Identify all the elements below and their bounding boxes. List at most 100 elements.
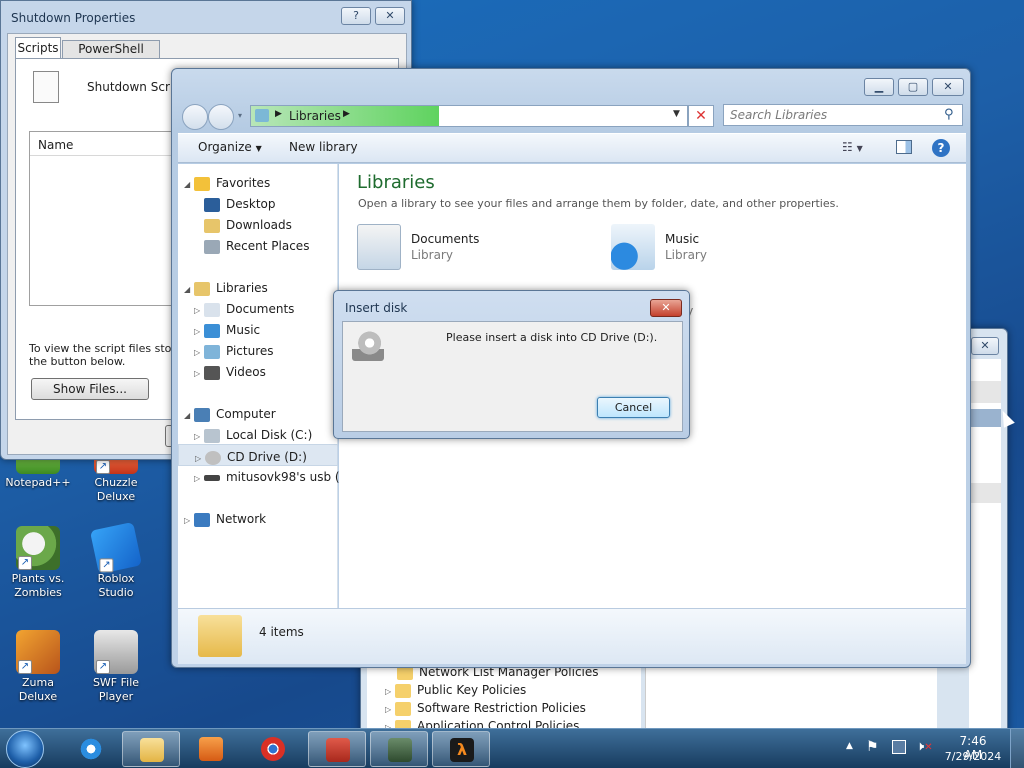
action-center-flag-icon[interactable]: ⚑ xyxy=(866,739,879,755)
gp-tree-item[interactable]: ▷ Software Restriction Policies xyxy=(385,701,586,716)
plants-vs-zombies-icon: ↗ xyxy=(16,526,60,570)
taskbar-management-console[interactable] xyxy=(370,731,428,767)
desktop-icon-plants-vs-zombies[interactable]: ↗ Plants vs. Zombies xyxy=(2,526,74,600)
maximize-button[interactable]: ▢ xyxy=(898,78,928,96)
network-tray-icon[interactable] xyxy=(892,740,906,754)
nav-music[interactable]: ▷ Music xyxy=(194,323,260,338)
music-icon xyxy=(203,323,220,338)
nav-network[interactable]: ▷ Network xyxy=(184,512,266,527)
nav-libraries[interactable]: ◢ Libraries xyxy=(184,281,268,296)
search-icon[interactable]: ⚲ xyxy=(944,107,954,122)
taskbar-half-life[interactable]: λ xyxy=(432,731,490,767)
nav-desktop[interactable]: Desktop xyxy=(204,197,276,212)
recent-places-icon xyxy=(204,239,220,254)
view-options-icon[interactable]: ☷ ▼ xyxy=(842,140,863,154)
desktop-icon-swf-player[interactable]: ↗ SWF File Player xyxy=(80,630,152,704)
navigation-pane: ◢ Favorites Desktop Downloads Recent Pla… xyxy=(178,164,351,608)
nav-local-disk[interactable]: ▷ Local Disk (C:) xyxy=(194,428,312,443)
expand-arrow-icon: ▷ xyxy=(194,306,201,315)
address-bar[interactable]: ▶ Libraries ▶ ▼ xyxy=(250,105,688,127)
taskbar-chrome[interactable] xyxy=(244,731,302,767)
desktop-icon-label: Zuma Deluxe xyxy=(18,676,58,703)
script-file-icon xyxy=(33,71,59,103)
local-disk-icon xyxy=(203,428,220,443)
taskbar-media-player[interactable] xyxy=(182,731,240,767)
search-box[interactable]: Search Libraries ⚲ xyxy=(723,104,963,126)
show-files-button[interactable]: Show Files... xyxy=(31,378,149,400)
clock-date[interactable]: 7/29/2024 xyxy=(944,750,1002,763)
show-desktop-button[interactable] xyxy=(1010,729,1024,768)
taskbar-internet-explorer[interactable] xyxy=(62,731,120,767)
expand-arrow-icon[interactable]: ▷ xyxy=(385,705,391,714)
desktop-icon-label: Chuzzle Deluxe xyxy=(94,476,138,503)
minimize-button[interactable]: ▁ xyxy=(864,78,894,96)
toolbox-icon xyxy=(326,738,350,762)
new-library-button[interactable]: New library xyxy=(289,140,358,154)
documents-library-icon xyxy=(357,224,401,270)
gp-row xyxy=(969,483,1001,503)
gp-tree-item[interactable]: ▷ Public Key Policies xyxy=(385,683,526,698)
dialog-title: Insert disk xyxy=(345,301,408,315)
breadcrumb-libraries[interactable]: Libraries xyxy=(289,109,341,123)
network-icon xyxy=(193,512,210,527)
stop-button[interactable]: ✕ xyxy=(688,105,714,127)
desktop-icon-roblox-studio[interactable]: ↗ Roblox Studio xyxy=(80,521,152,600)
volume-muted-icon[interactable]: 🕨✕ xyxy=(916,739,933,754)
nav-favorites[interactable]: ◢ Favorites xyxy=(184,176,270,191)
address-dropdown-icon[interactable]: ▼ xyxy=(673,109,680,119)
close-button[interactable]: ✕ xyxy=(375,7,405,25)
expand-arrow-icon[interactable]: ▷ xyxy=(385,687,391,696)
nav-usb[interactable]: ▷ mitusovk98's usb (E: xyxy=(194,470,351,484)
nav-documents[interactable]: ▷ Documents xyxy=(194,302,294,317)
taskbar-toolbox-app[interactable] xyxy=(308,731,366,767)
library-music[interactable]: Music Library xyxy=(611,224,811,274)
back-button[interactable] xyxy=(182,104,208,130)
nav-computer[interactable]: ◢ Computer xyxy=(184,407,276,422)
dialog-close-button[interactable]: ✕ xyxy=(650,299,682,317)
cd-drive-icon xyxy=(352,331,384,361)
organize-button[interactable]: Organize ▼ xyxy=(198,140,262,154)
nav-pictures[interactable]: ▷ Pictures xyxy=(194,344,274,359)
recent-pages-icon[interactable]: ▾ xyxy=(238,111,242,120)
downloads-icon xyxy=(204,218,220,233)
taskbar-windows-explorer[interactable] xyxy=(122,731,180,767)
scripts-list: Name xyxy=(29,131,176,306)
libraries-heading: Libraries xyxy=(357,172,435,193)
pictures-icon xyxy=(203,344,220,359)
music-library-icon xyxy=(611,224,655,270)
collapse-arrow-icon: ◢ xyxy=(184,285,191,294)
forward-button[interactable] xyxy=(208,104,234,130)
name-column-header[interactable]: Name xyxy=(30,132,176,156)
start-button[interactable] xyxy=(6,730,44,768)
desktop-icon-zuma[interactable]: ↗ Zuma Deluxe xyxy=(2,630,74,704)
details-pane: 4 items xyxy=(178,608,966,664)
shortcut-arrow-icon: ↗ xyxy=(96,460,110,474)
nav-videos[interactable]: ▷ Videos xyxy=(194,365,266,380)
close-button[interactable]: ✕ xyxy=(932,78,964,96)
folder-icon xyxy=(140,738,164,762)
expand-arrow-icon: ▷ xyxy=(194,474,201,483)
tab-powershell-scripts[interactable]: PowerShell Scripts xyxy=(62,40,160,73)
gp-close-button[interactable]: ✕ xyxy=(971,337,999,355)
nav-downloads[interactable]: Downloads xyxy=(204,218,292,233)
library-documents[interactable]: Documents Library xyxy=(357,224,557,274)
nav-recent-places[interactable]: Recent Places xyxy=(204,239,309,254)
cancel-button[interactable]: Cancel xyxy=(597,397,670,418)
collapse-arrow-icon: ◢ xyxy=(184,180,191,189)
preview-pane-icon[interactable] xyxy=(896,140,912,154)
desktop-icon-label: SWF File Player xyxy=(92,676,140,703)
desktop-icon xyxy=(204,197,220,212)
cd-drive-icon xyxy=(204,450,221,465)
show-hidden-icons[interactable]: ▲ xyxy=(846,741,853,751)
internet-explorer-icon xyxy=(79,737,103,761)
search-input[interactable]: Search Libraries xyxy=(730,108,827,122)
breadcrumb-arrow-icon: ▶ xyxy=(275,109,282,119)
help-icon[interactable]: ? xyxy=(932,139,950,157)
documents-icon xyxy=(203,302,220,317)
breadcrumb-arrow-icon[interactable]: ▶ xyxy=(343,109,350,119)
libraries-large-icon xyxy=(198,615,242,657)
tab-scripts[interactable]: Scripts xyxy=(15,37,61,59)
shortcut-arrow-icon: ↗ xyxy=(96,660,110,674)
help-button[interactable]: ? xyxy=(341,7,371,25)
nav-cd-drive[interactable]: ▷ CD Drive (D:) xyxy=(178,444,338,466)
